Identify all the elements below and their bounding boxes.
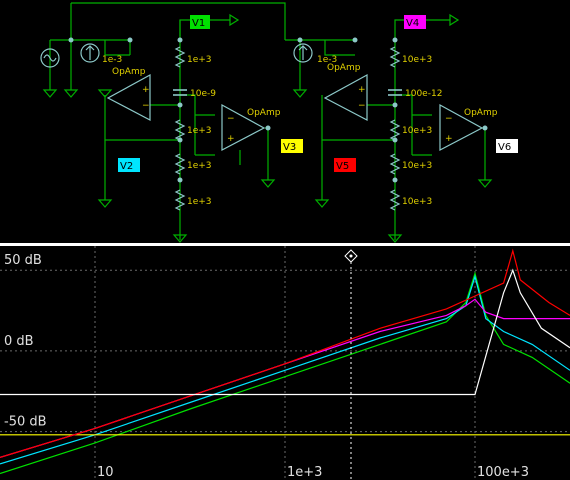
opamp-label: OpAmp xyxy=(112,67,146,77)
y-tick-label: -50 dB xyxy=(4,415,47,430)
junction-dot xyxy=(265,125,271,131)
junction-dot xyxy=(127,37,133,43)
x-tick-label: 1e+3 xyxy=(287,465,322,480)
probe-v5[interactable]: V5 xyxy=(334,158,356,172)
opamp-plus-sign: + xyxy=(142,85,150,95)
opamp-minus-sign: − xyxy=(358,101,366,111)
probe-v2[interactable]: V2 xyxy=(118,158,140,172)
wire xyxy=(71,2,286,40)
capacitor-value: 10e-9 xyxy=(190,89,216,99)
junction-dot xyxy=(392,37,398,43)
wire xyxy=(482,127,486,180)
opamp-minus-sign: − xyxy=(445,114,453,124)
cursor[interactable] xyxy=(344,249,358,480)
resistor-value: 1e+3 xyxy=(187,55,212,65)
current-source-value: 1e-3 xyxy=(102,55,122,65)
capacitor-value: 100e-12 xyxy=(405,89,442,99)
junction-dot xyxy=(482,125,488,131)
resistor-value: 10e+3 xyxy=(402,197,432,207)
ground-symbol xyxy=(63,89,79,98)
probe-v3-label: V3 xyxy=(283,142,296,153)
ground-symbol xyxy=(97,199,113,208)
probe-v1-label: V1 xyxy=(192,18,205,29)
ground-symbol xyxy=(260,179,276,188)
plot-grid xyxy=(0,246,570,480)
series-v4-line xyxy=(0,298,570,458)
resistor-value: 1e+3 xyxy=(187,161,212,171)
opamp-minus-sign: − xyxy=(142,101,150,111)
probe-v3[interactable]: V3 xyxy=(281,139,303,153)
y-tick-label: 50 dB xyxy=(4,253,42,268)
junction-dot xyxy=(177,37,183,43)
probe-v6[interactable]: V6 xyxy=(496,139,518,153)
ground-symbol xyxy=(292,89,308,98)
bode-plot[interactable]: 10 1e+3 100e+3 50 dB 0 dB -50 dB xyxy=(0,246,570,480)
ground-symbol xyxy=(477,179,493,188)
series-v2-line xyxy=(0,274,570,465)
opamp-minus-sign: − xyxy=(227,114,235,124)
resistor-value: 10e+3 xyxy=(402,126,432,136)
ground-symbol xyxy=(42,89,58,98)
resistor-value: 1e+3 xyxy=(187,197,212,207)
wire xyxy=(265,127,269,180)
resistor-value: 10e+3 xyxy=(402,161,432,171)
series-v1-line xyxy=(0,271,570,475)
x-tick-label: 10 xyxy=(97,465,114,480)
junction-dot xyxy=(297,37,303,43)
probe-v4-label: V4 xyxy=(406,18,419,29)
opamp-plus-sign: + xyxy=(227,134,235,144)
opamp-label: OpAmp xyxy=(464,108,498,118)
junction-dot xyxy=(392,137,398,143)
junction-dot xyxy=(68,37,74,43)
probe-v5-label: V5 xyxy=(336,161,349,172)
opamp-label: OpAmp xyxy=(327,63,361,73)
tick-labels: 10 1e+3 100e+3 50 dB 0 dB -50 dB xyxy=(4,253,529,480)
x-tick-label: 100e+3 xyxy=(477,465,529,480)
y-tick-label: 0 dB xyxy=(4,334,34,349)
output-arrow-icon xyxy=(449,13,460,27)
probe-v1[interactable]: V1 xyxy=(190,15,210,29)
opamp-plus-sign: + xyxy=(358,85,366,95)
probe-v4[interactable]: V4 xyxy=(404,15,426,29)
junction-dot xyxy=(177,137,183,143)
junction-dot xyxy=(392,102,398,108)
wire xyxy=(104,40,130,56)
cursor-handle-dot xyxy=(349,254,353,258)
junction-dot xyxy=(352,37,358,43)
opamp-symbol xyxy=(106,73,151,121)
resistor-value: 10e+3 xyxy=(402,55,432,65)
junction-dot xyxy=(177,102,183,108)
junction-dot xyxy=(177,177,183,183)
opamp-plus-sign: + xyxy=(445,134,453,144)
output-arrow-icon xyxy=(229,13,240,27)
probe-v2-label: V2 xyxy=(120,161,133,172)
opamp-symbol xyxy=(323,73,368,121)
wire xyxy=(324,40,355,56)
schematic: + − − + + − − + 1e-3 OpAmp 1e+3 10e-9 Op… xyxy=(40,2,518,243)
ground-symbol xyxy=(314,199,330,208)
junction-dot xyxy=(392,177,398,183)
resistor-value: 1e+3 xyxy=(187,126,212,136)
opamp-label: OpAmp xyxy=(247,108,281,118)
probe-v6-label: V6 xyxy=(498,142,511,153)
